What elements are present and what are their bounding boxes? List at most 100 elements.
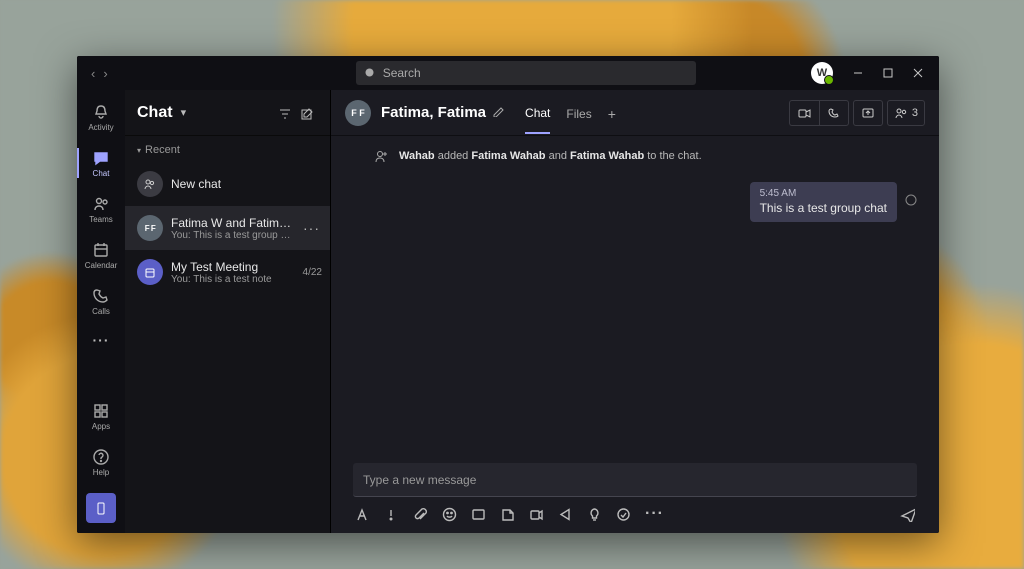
filter-button[interactable] [274,102,296,124]
edit-title-button[interactable] [492,104,505,122]
rail-label: Teams [89,215,113,224]
back-button[interactable]: ‹ [91,66,95,81]
chat-list-header: Chat ▾ [125,90,330,136]
meeting-avatar [137,259,163,285]
message-text: This is a test group chat [760,201,887,215]
approvals-button[interactable] [616,507,631,522]
rail-calendar[interactable]: Calendar [77,232,125,278]
chat-item-new[interactable]: New chat [125,162,330,206]
help-icon [92,448,110,466]
generic-avatar-icon [137,171,163,197]
chat-item-title: Fatima W and Fatima W [171,216,293,230]
composer-placeholder: Type a new message [363,473,476,487]
forward-button[interactable]: › [103,66,107,81]
participants-button[interactable]: 3 [887,100,925,126]
titlebar: ‹ › Search W [77,56,939,90]
rail-apps[interactable]: Apps [77,393,125,439]
rail-personal-app[interactable] [86,493,116,523]
audio-call-button[interactable] [819,100,849,126]
share-screen-button[interactable] [853,100,883,126]
nav-arrows: ‹ › [83,66,116,81]
user-avatar[interactable]: W [811,62,833,84]
message-time: 5:45 AM [760,188,887,199]
bell-icon [92,103,110,121]
rail-label: Apps [92,422,110,431]
pencil-icon [492,104,505,117]
person-add-icon [373,148,389,164]
approvals-icon [616,507,631,522]
sticker-icon [500,507,515,522]
tab-add[interactable]: + [608,92,616,134]
rail-help[interactable]: Help [77,439,125,485]
search-input[interactable]: Search [356,61,696,85]
phone-icon [92,287,110,305]
rail-teams[interactable]: Teams [77,186,125,232]
chat-item-more[interactable]: ··· [301,220,322,236]
phone-icon [827,106,841,120]
bulb-icon [587,507,602,522]
emoji-button[interactable] [442,507,457,522]
rail-label: Calls [92,307,110,316]
participant-count: 3 [912,107,918,119]
video-call-button[interactable] [789,100,819,126]
minimize-button[interactable] [843,56,873,90]
meet-now-button[interactable] [529,507,544,522]
device-icon [94,501,108,515]
rail-calls[interactable]: Calls [77,278,125,324]
paperclip-icon [413,507,428,522]
sticker-button[interactable] [500,507,515,522]
close-button[interactable] [903,56,933,90]
chat-list-title: Chat [137,104,173,122]
attach-button[interactable] [413,507,428,522]
tab-chat[interactable]: Chat [525,92,550,134]
chat-item-title: My Test Meeting [171,260,291,274]
gif-icon [471,507,486,522]
chat-item-meeting[interactable]: My Test Meeting You: This is a test note… [125,250,330,294]
rail-chat[interactable]: Chat [77,140,125,186]
emoji-icon [442,507,457,522]
rail-more[interactable]: ··· [93,324,110,356]
user-initial: W [817,67,827,79]
send-button[interactable] [900,507,915,522]
chevron-down-icon[interactable]: ▾ [181,106,187,119]
conversation-title: Fatima, Fatima [381,104,486,121]
gif-button[interactable] [471,507,486,522]
apps-icon [92,402,110,420]
video-icon [797,106,811,120]
filter-icon [278,106,292,120]
maximize-button[interactable] [873,56,903,90]
new-chat-button[interactable] [296,102,318,124]
messages-area: Wahab added Fatima Wahab and Fatima Waha… [331,136,939,455]
composer-area: Type a new message ··· [331,455,939,533]
rail-label: Help [93,468,109,477]
rail-label: Calendar [85,261,117,270]
search-icon [364,67,377,80]
praise-button[interactable] [587,507,602,522]
app-rail: Activity Chat Teams Calendar Calls ··· [77,90,125,533]
recent-section[interactable]: ▾ Recent [125,136,330,162]
more-actions[interactable]: ··· [645,505,664,523]
conversation-tabs: Chat Files + [525,92,616,134]
system-text: Wahab added Fatima Wahab and Fatima Waha… [399,150,702,162]
format-button[interactable] [355,507,370,522]
tab-files[interactable]: Files [566,93,591,133]
stream-icon [558,507,573,522]
read-receipt-icon [905,193,917,211]
conversation-panel: F F Fatima, Fatima Chat Files + [331,90,939,533]
rail-activity[interactable]: Activity [77,94,125,140]
calendar-icon [92,241,110,259]
chat-item-subtitle: You: This is a test group chat [171,230,293,241]
people-small-icon [143,177,157,191]
exclaim-icon [384,507,399,522]
share-icon [861,106,875,120]
teams-window: ‹ › Search W Activity Chat [77,56,939,533]
search-placeholder: Search [383,66,421,80]
message-input[interactable]: Type a new message [353,463,917,497]
chat-item-group[interactable]: F F Fatima W and Fatima W You: This is a… [125,206,330,250]
message-bubble[interactable]: 5:45 AM This is a test group chat [750,182,897,222]
composer-toolbar: ··· [353,497,917,523]
message-row: 5:45 AM This is a test group chat [373,182,917,222]
priority-button[interactable] [384,507,399,522]
stream-button[interactable] [558,507,573,522]
calendar-small-icon [144,266,156,278]
